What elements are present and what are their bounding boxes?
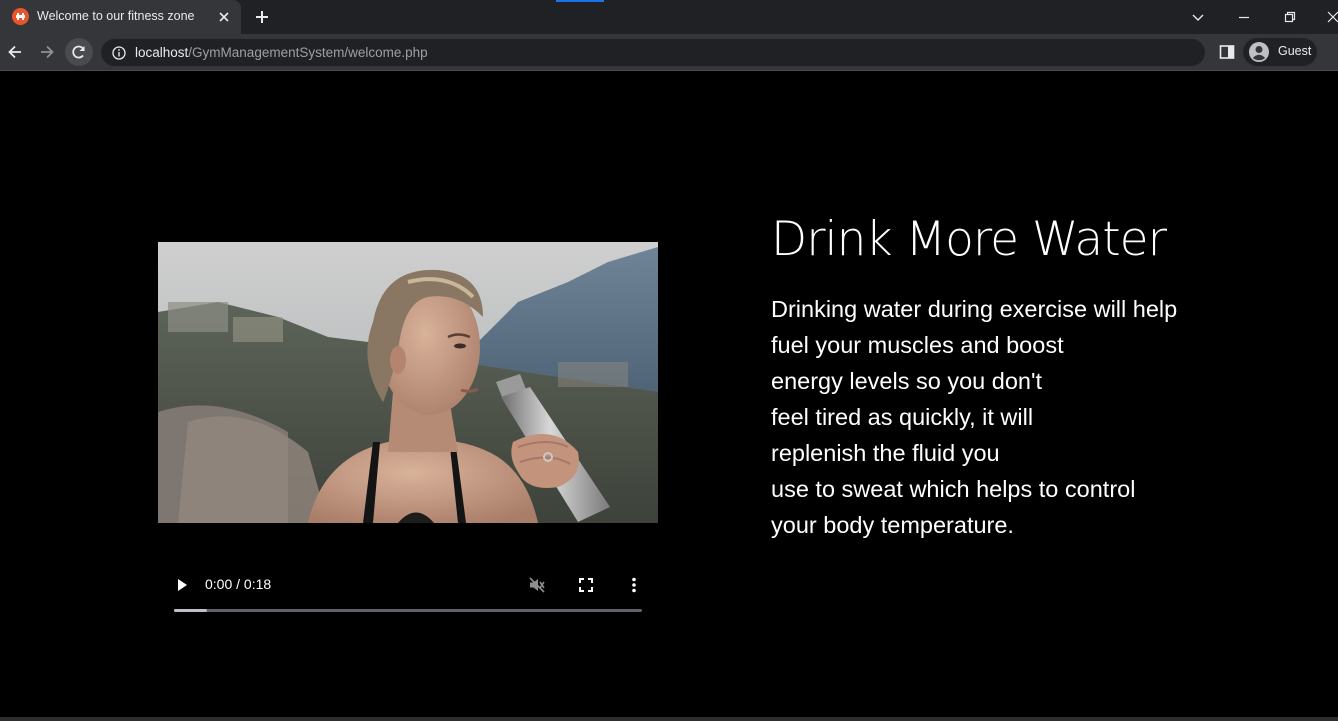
profile-button[interactable]: Guest (1243, 38, 1317, 66)
play-icon[interactable] (172, 575, 192, 595)
restore-icon[interactable] (1277, 4, 1303, 30)
body-line: use to sweat which helps to control (771, 476, 1136, 502)
side-panel-icon[interactable] (1218, 43, 1236, 61)
toolbar-divider (0, 70, 1338, 71)
profile-label: Guest (1278, 44, 1312, 58)
body-paragraph: Drinking water during exercise will help… (771, 292, 1231, 544)
tab-title: Welcome to our fitness zone (37, 9, 195, 23)
url-text: localhost/GymManagementSystem/welcome.ph… (135, 45, 428, 60)
more-vert-icon[interactable] (624, 575, 644, 595)
video-time: 0:00 / 0:18 (205, 576, 272, 592)
minimize-icon[interactable] (1231, 4, 1257, 30)
site-info-icon[interactable] (112, 46, 126, 60)
tab-close-icon[interactable] (216, 9, 232, 25)
url-path: /GymManagementSystem/welcome.php (188, 45, 428, 60)
fullscreen-icon[interactable] (576, 575, 596, 595)
video-progress-track[interactable] (174, 609, 642, 612)
close-window-icon[interactable] (1320, 4, 1338, 30)
body-line: Drinking water during exercise will help (771, 296, 1178, 322)
new-tab-plus-icon[interactable] (252, 7, 272, 27)
reload-icon (72, 45, 85, 59)
forward-arrow-right-icon[interactable] (33, 38, 61, 66)
video-buffer-bar (174, 609, 207, 612)
person-avatar-icon (1248, 41, 1270, 63)
body-line: replenish the fluid you (771, 440, 1000, 466)
back-arrow-left-icon[interactable] (1, 38, 29, 66)
tab-strip: Welcome to our fitness zone (0, 0, 1338, 34)
dumbbell-favicon-icon (12, 8, 29, 25)
body-line: feel tired as quickly, it will (771, 404, 1034, 430)
video-still-image (158, 242, 658, 523)
body-line: energy levels so you don't (771, 368, 1042, 394)
video-frame[interactable] (158, 242, 658, 523)
reload-button[interactable] (65, 38, 93, 66)
tab-active[interactable]: Welcome to our fitness zone (0, 0, 241, 34)
body-line: fuel your muscles and boost (771, 332, 1064, 358)
page-heading: Drink More Water (771, 212, 1167, 267)
address-bar[interactable]: localhost/GymManagementSystem/welcome.ph… (101, 39, 1205, 66)
tab-strip-accent (556, 0, 604, 2)
browser-window: Welcome to our fitness zone localhost/Gy… (0, 0, 1338, 721)
tab-search-chevron-down-icon[interactable] (1185, 4, 1211, 30)
body-line: your body temperature. (771, 512, 1014, 538)
video-controls: 0:00 / 0:18 (158, 564, 658, 616)
window-bottom-edge (0, 717, 1338, 721)
url-host: localhost (135, 45, 189, 60)
volume-muted-icon[interactable] (527, 575, 547, 595)
